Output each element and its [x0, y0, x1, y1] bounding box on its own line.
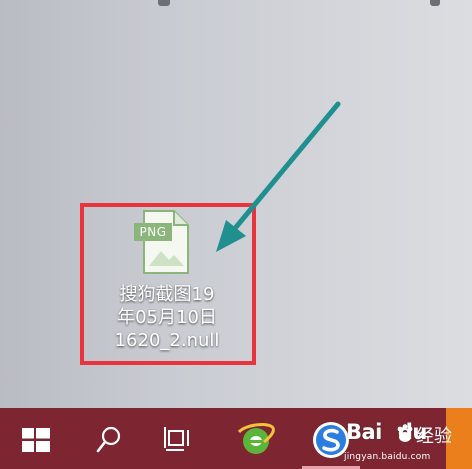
windows-logo-icon[interactable] — [22, 428, 50, 452]
search-icon[interactable] — [96, 426, 122, 454]
task-view-icon[interactable] — [164, 426, 192, 452]
baidu-paw-icon — [397, 424, 413, 442]
watermark-product: 经验 — [416, 426, 452, 447]
pointer-arrow — [216, 101, 341, 252]
desktop[interactable]: PNG 搜狗截图19 年05月10日 1620_2.null — [0, 0, 472, 408]
watermark-url: jingyan.baidu.com — [344, 452, 431, 462]
baidu-watermark: Bai du 经验 jingyan.baidu.com — [344, 416, 466, 466]
watermark-brand: Bai du — [346, 420, 427, 444]
ie-browser-icon[interactable] — [236, 422, 276, 458]
